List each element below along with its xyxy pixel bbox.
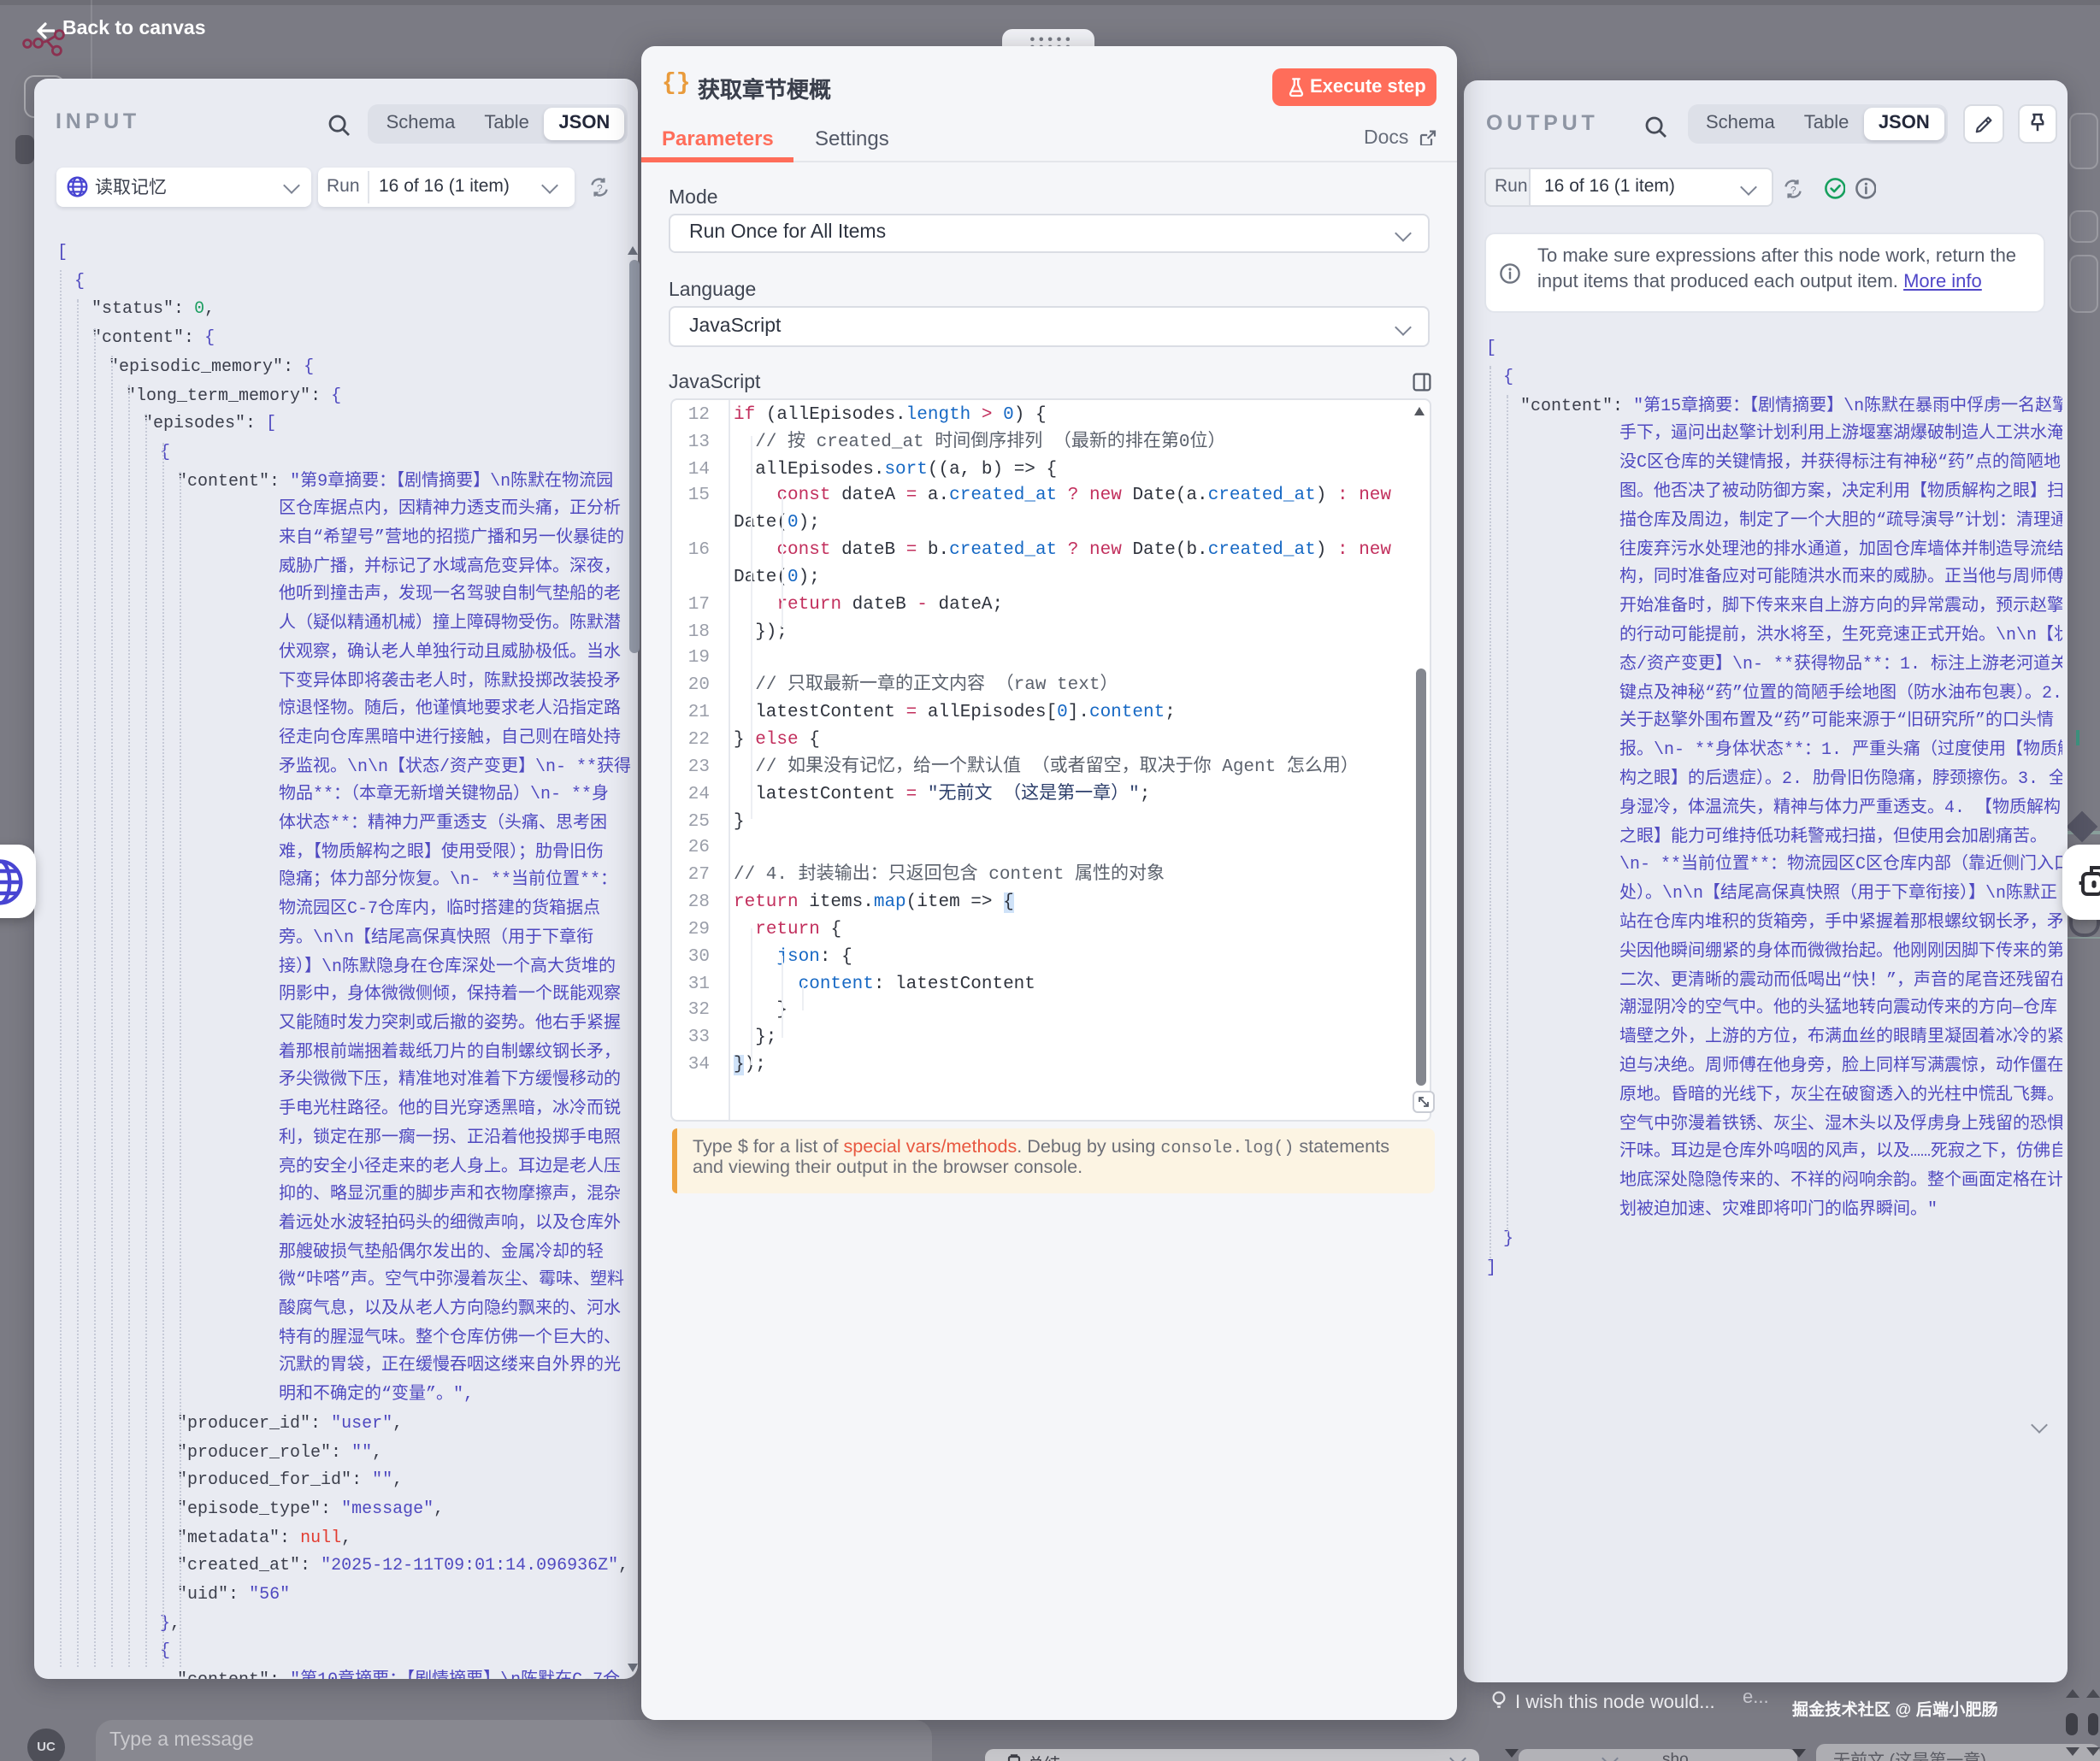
svg-text:?: ? — [596, 182, 602, 194]
svg-text:?: ? — [1790, 183, 1796, 195]
